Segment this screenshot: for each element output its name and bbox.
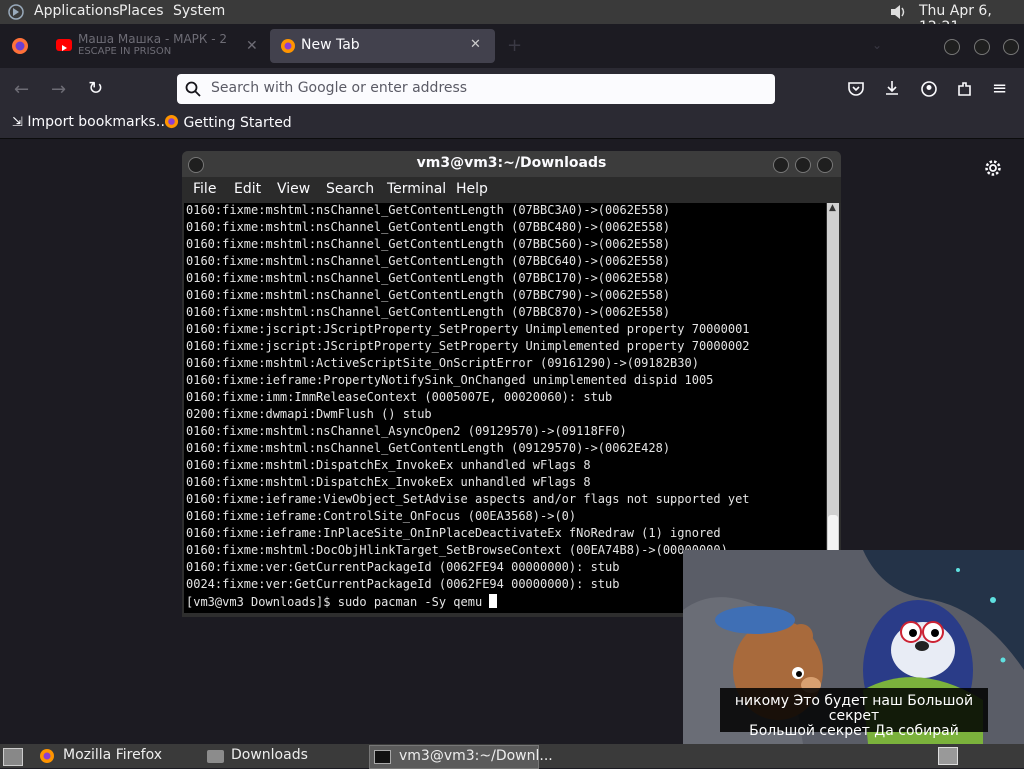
close-tab-icon[interactable]: ✕	[470, 37, 481, 52]
text-cursor	[489, 594, 498, 608]
subtitle-line: Большой секрет Да собирай	[749, 723, 959, 739]
terminal-titlebar[interactable]: vm3@vm3:~/Downloads	[182, 151, 841, 177]
terminal-line: 0160:fixme:mshtml:nsChannel_GetContentLe…	[186, 305, 671, 319]
terminal-line: 0160:fixme:mshtml:nsChannel_GetContentLe…	[186, 271, 671, 285]
terminal-line: 0160:fixme:imm:ImmReleaseContext (000500…	[186, 390, 613, 404]
terminal-line: 0024:fixme:ver:GetCurrentPackageId (0062…	[186, 577, 620, 591]
menu-places[interactable]: Places	[119, 3, 164, 19]
bookmark-import[interactable]: ⇲ Import bookmarks…	[12, 114, 170, 130]
bookmarks-bar: ⇲ Import bookmarks… Getting Started	[0, 110, 1024, 139]
terminal-line: 0160:fixme:jscript:JScriptProperty_SetPr…	[186, 322, 750, 336]
volume-icon[interactable]	[888, 2, 908, 22]
reload-icon[interactable]: ↻	[88, 78, 103, 99]
menu-edit[interactable]: Edit	[234, 181, 261, 197]
search-placeholder: Search with Google or enter address	[211, 80, 468, 96]
close-tab-icon[interactable]: ✕	[246, 38, 258, 54]
downloads-icon[interactable]	[883, 79, 901, 97]
terminal-line: 0160:fixme:mshtml:DocObjHlinkTarget_SetB…	[186, 543, 728, 557]
bookmark-label: Getting Started	[183, 115, 292, 131]
taskbar-item-firefox[interactable]: Mozilla Firefox	[36, 745, 196, 767]
address-bar[interactable]: Search with Google or enter address	[177, 74, 775, 104]
terminal-line: 0160:fixme:mshtml:DispatchEx_InvokeEx un…	[186, 475, 591, 489]
bookmark-label: Import bookmarks…	[27, 114, 170, 130]
window-maximize-button[interactable]	[974, 39, 990, 55]
tab-new-tab[interactable]: New Tab ✕	[270, 29, 495, 63]
firefox-icon	[39, 748, 55, 764]
extensions-icon[interactable]	[956, 80, 974, 98]
tab-bar: Маша Машка - МАРК - 2 ESCAPE IN PRISON ✕…	[0, 24, 1024, 68]
import-icon: ⇲	[12, 115, 23, 130]
list-tabs-chevron-icon[interactable]: ⌄	[872, 38, 882, 52]
terminal-line: 0160:fixme:mshtml:nsChannel_GetContentLe…	[186, 441, 671, 455]
bottom-taskbar: Mozilla Firefox Downloads vm3@vm3:~/Down…	[0, 744, 1024, 769]
taskbar-item-terminal[interactable]: vm3@vm3:~/Downl...	[369, 745, 553, 769]
terminal-line: 0160:fixme:ieframe:ViewObject_SetAdvise …	[186, 492, 750, 506]
search-icon	[185, 81, 201, 97]
terminal-line: 0160:fixme:mshtml:nsChannel_GetContentLe…	[186, 254, 671, 268]
firefox-icon	[164, 114, 179, 129]
taskbar-label: Mozilla Firefox	[63, 747, 163, 763]
settings-gear-icon[interactable]	[984, 159, 1002, 177]
hamburger-menu-icon[interactable]: ≡	[992, 78, 1007, 99]
forward-arrow-icon[interactable]: →	[51, 79, 66, 100]
terminal-line: 0160:fixme:jscript:JScriptProperty_SetPr…	[186, 339, 750, 353]
terminal-menubar: File Edit View Search Terminal Help	[182, 177, 841, 203]
window-minimize-button[interactable]	[773, 157, 789, 173]
terminal-line: 0160:fixme:ver:GetCurrentPackageId (0062…	[186, 560, 620, 574]
terminal-prompt[interactable]: [vm3@vm3 Downloads]$ sudo pacman -Sy qem…	[186, 594, 498, 609]
scroll-up-arrow-icon[interactable]: ▲	[829, 203, 836, 213]
terminal-line: 0160:fixme:ieframe:InPlaceSite_OnInPlace…	[186, 526, 721, 540]
terminal-window: vm3@vm3:~/Downloads File Edit View Searc…	[182, 151, 841, 617]
tab-title: Маша Машка - МАРК - 2	[78, 32, 228, 46]
menu-view[interactable]: View	[277, 181, 310, 197]
youtube-icon	[56, 39, 72, 51]
back-arrow-icon[interactable]: ←	[14, 79, 29, 100]
terminal-line: 0160:fixme:mshtml:nsChannel_GetContentLe…	[186, 288, 671, 302]
video-subtitles: никому Это будет наш Большой секрет Боль…	[720, 688, 988, 739]
taskbar-item-downloads[interactable]: Downloads	[204, 745, 364, 767]
terminal-line: 0160:fixme:mshtml:nsChannel_GetContentLe…	[186, 203, 671, 217]
menu-file[interactable]: File	[193, 181, 216, 197]
window-minimize-button[interactable]	[944, 39, 960, 55]
terminal-line: 0160:fixme:mshtml:nsChannel_GetContentLe…	[186, 237, 671, 251]
workspace-switcher-icon[interactable]	[938, 747, 958, 765]
tab-title: New Tab	[301, 37, 360, 53]
subtitle-line: никому Это будет наш Большой секрет	[734, 693, 974, 724]
tab-youtube[interactable]: Маша Машка - МАРК - 2 ESCAPE IN PRISON ✕	[46, 29, 266, 63]
taskbar-label: Downloads	[231, 747, 308, 763]
firefox-view-icon[interactable]	[10, 36, 30, 56]
terminal-line: 0160:fixme:mshtml:ActiveScriptSite_OnScr…	[186, 356, 699, 370]
menu-help[interactable]: Help	[456, 181, 488, 197]
show-desktop-icon[interactable]	[3, 748, 23, 766]
window-close-button[interactable]	[1003, 39, 1019, 55]
tab-subtitle: ESCAPE IN PRISON	[78, 46, 172, 57]
terminal-line: 0200:fixme:dwmapi:DwmFlush () stub	[186, 407, 432, 421]
terminal-title: vm3@vm3:~/Downloads	[416, 155, 607, 171]
prompt-text: [vm3@vm3 Downloads]$ sudo pacman -Sy qem…	[186, 595, 483, 609]
firefox-icon	[280, 38, 296, 54]
bookmark-getting-started[interactable]: Getting Started	[164, 114, 292, 131]
menu-search[interactable]: Search	[326, 181, 374, 197]
account-icon[interactable]	[920, 80, 938, 98]
gnome-foot-icon[interactable]	[7, 3, 25, 21]
menu-system[interactable]: System	[173, 3, 225, 19]
top-panel: Applications Places System Thu Apr 6, 12…	[0, 0, 1024, 35]
menu-terminal[interactable]: Terminal	[387, 181, 446, 197]
terminal-icon	[374, 750, 391, 764]
menu-applications[interactable]: Applications	[34, 3, 120, 19]
new-tab-plus-icon[interactable]: +	[507, 35, 522, 56]
terminal-line: 0160:fixme:ieframe:ControlSite_OnFocus (…	[186, 509, 577, 523]
terminal-line: 0160:fixme:mshtml:nsChannel_GetContentLe…	[186, 220, 671, 234]
folder-icon	[207, 750, 224, 763]
window-menu-button[interactable]	[188, 157, 204, 173]
pocket-icon[interactable]	[847, 80, 865, 98]
terminal-line: 0160:fixme:mshtml:nsChannel_AsyncOpen2 (…	[186, 424, 627, 438]
window-close-button[interactable]	[817, 157, 833, 173]
window-maximize-button[interactable]	[795, 157, 811, 173]
terminal-line: 0160:fixme:mshtml:DispatchEx_InvokeEx un…	[186, 458, 591, 472]
taskbar-label: vm3@vm3:~/Downl...	[399, 748, 553, 764]
terminal-line: 0160:fixme:ieframe:PropertyNotifySink_On…	[186, 373, 714, 387]
